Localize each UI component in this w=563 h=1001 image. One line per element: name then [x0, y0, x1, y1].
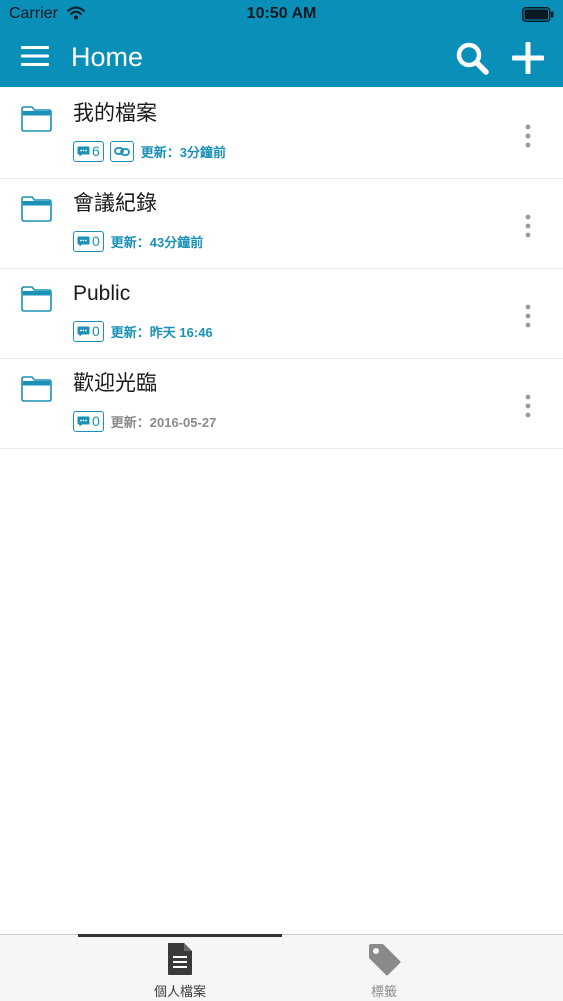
- tab-label: 標籤: [370, 984, 397, 999]
- file-list: 我的檔案 6 更新：3分鐘前 會議紀錄 0 更新：43分鐘前 Public 0 …: [0, 89, 563, 449]
- file-row[interactable]: 會議紀錄 0 更新：43分鐘前: [0, 179, 563, 269]
- folder-icon: [21, 376, 52, 402]
- more-options-icon[interactable]: [517, 213, 539, 239]
- tab-label: 個人檔案: [153, 984, 206, 999]
- link-icon: [113, 146, 130, 156]
- file-row[interactable]: 歡迎光臨 0 更新：2016-05-27: [0, 359, 563, 449]
- tab-tags[interactable]: 標籤: [284, 935, 484, 1001]
- file-name: Public: [73, 282, 131, 305]
- menu-icon[interactable]: [21, 45, 49, 67]
- status-time: 10:50 AM: [246, 5, 317, 22]
- file-meta: 0 更新：昨天 16:46: [73, 320, 213, 342]
- document-icon: [168, 943, 192, 975]
- nav-bar: Home: [0, 28, 563, 87]
- comment-count: 0: [92, 413, 100, 429]
- comment-icon: [77, 416, 90, 426]
- app-header: Carrier 10:50 AM Home: [0, 0, 563, 87]
- file-meta: 6 更新：3分鐘前: [73, 140, 226, 162]
- search-icon[interactable]: [455, 41, 489, 75]
- update-time: 更新：3分鐘前: [140, 144, 227, 160]
- comment-count: 0: [92, 323, 100, 339]
- page-title: Home: [71, 42, 144, 72]
- file-row[interactable]: 我的檔案 6 更新：3分鐘前: [0, 89, 563, 179]
- file-name: 會議紀錄: [73, 192, 157, 215]
- comment-badge[interactable]: 0: [73, 410, 104, 432]
- file-row[interactable]: Public 0 更新：昨天 16:46: [0, 269, 563, 359]
- comment-badge[interactable]: 6: [73, 140, 104, 162]
- file-meta: 0 更新：43分鐘前: [73, 230, 203, 252]
- comment-count: 6: [92, 143, 100, 159]
- folder-icon: [21, 286, 52, 312]
- file-meta: 0 更新：2016-05-27: [73, 410, 216, 432]
- tab-personal-files[interactable]: 個人檔案: [80, 935, 280, 1001]
- more-options-icon[interactable]: [517, 393, 539, 419]
- comment-icon: [77, 326, 90, 336]
- file-name: 歡迎光臨: [73, 372, 157, 395]
- battery-icon: [522, 7, 554, 22]
- add-icon[interactable]: [511, 41, 545, 75]
- comment-badge[interactable]: 0: [73, 230, 104, 252]
- status-bar: Carrier 10:50 AM: [0, 0, 563, 28]
- update-time: 更新：43分鐘前: [110, 234, 204, 250]
- update-time: 更新：2016-05-27: [110, 414, 217, 430]
- folder-icon: [21, 196, 52, 222]
- tag-icon: [369, 944, 401, 976]
- update-time: 更新：昨天 16:46: [110, 324, 213, 340]
- comment-count: 0: [92, 233, 100, 249]
- comment-badge[interactable]: 0: [73, 320, 104, 342]
- folder-icon: [21, 106, 52, 132]
- more-options-icon[interactable]: [517, 123, 539, 149]
- comment-icon: [77, 146, 90, 156]
- link-badge[interactable]: [109, 140, 134, 162]
- more-options-icon[interactable]: [517, 303, 539, 329]
- tab-bar: 個人檔案 標籤: [0, 934, 563, 1001]
- file-name: 我的檔案: [73, 102, 157, 125]
- comment-icon: [77, 236, 90, 246]
